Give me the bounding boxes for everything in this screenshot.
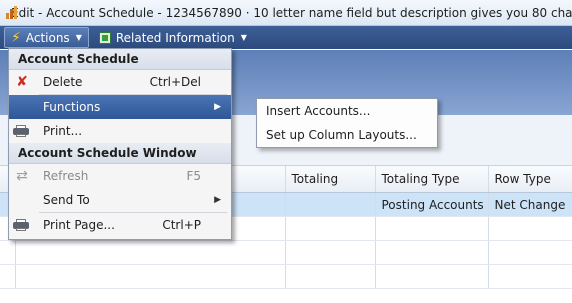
printer-icon <box>13 125 29 137</box>
submenu-item-insert-accounts[interactable]: Insert Accounts... <box>257 99 437 123</box>
grid-cell[interactable] <box>15 264 286 289</box>
grid-cell[interactable] <box>285 240 376 265</box>
menu-item-label: Delete <box>43 75 83 89</box>
table-row[interactable] <box>0 264 572 289</box>
action-bar: ⚡ Actions ▼ Related Information ▼ <box>0 26 572 49</box>
menu-item-label: Functions <box>43 100 101 114</box>
grid-header-totaling[interactable]: Totaling <box>285 166 376 193</box>
printer-icon <box>13 219 29 231</box>
related-information-label: Related Information <box>115 30 235 45</box>
menu-item-print[interactable]: Print... <box>9 119 231 143</box>
grid-cell[interactable] <box>375 264 489 289</box>
menu-item-shortcut: Ctrl+P <box>162 218 201 232</box>
grid-header-row-type[interactable]: Row Type <box>488 166 572 193</box>
functions-submenu: Insert Accounts... Set up Column Layouts… <box>256 98 438 148</box>
table-row[interactable] <box>0 240 572 265</box>
chevron-down-icon: ▼ <box>240 33 247 42</box>
grid-cell[interactable] <box>488 216 572 241</box>
grid-cell[interactable] <box>375 240 489 265</box>
menu-item-print-page[interactable]: Print Page... Ctrl+P <box>9 213 231 237</box>
title-bar: Edit - Account Schedule - 1234567890 · 1… <box>0 0 572 26</box>
menu-item-delete[interactable]: ✘ Delete Ctrl+Del <box>9 70 231 94</box>
grid-cell[interactable] <box>375 216 489 241</box>
related-information-button[interactable]: Related Information ▼ <box>93 28 253 47</box>
actions-label: Actions <box>25 30 70 45</box>
menu-item-shortcut: Ctrl+Del <box>149 75 201 89</box>
menu-item-label: Print... <box>43 124 83 138</box>
refresh-icon: ⇄ <box>16 168 28 184</box>
actions-menu-button[interactable]: ⚡ Actions ▼ <box>4 27 89 48</box>
window-title: Edit - Account Schedule - 1234567890 · 1… <box>11 5 572 20</box>
grid-cell[interactable]: Net Change <box>488 192 572 217</box>
grid-cell[interactable] <box>488 264 572 289</box>
grid-cell[interactable] <box>285 264 376 289</box>
delete-x-icon: ✘ <box>16 74 28 90</box>
grid-cell[interactable] <box>15 240 286 265</box>
lightning-icon: ⚡ <box>11 29 21 46</box>
menu-item-functions[interactable]: Functions ▶ <box>9 95 231 119</box>
grid-header-totaling-type[interactable]: Totaling Type <box>375 166 489 193</box>
grid-cell[interactable] <box>285 216 376 241</box>
menu-item-refresh[interactable]: ⇄ Refresh F5 <box>9 164 231 188</box>
related-info-icon <box>98 31 111 44</box>
grid-cell[interactable] <box>488 240 572 265</box>
menu-item-label: Print Page... <box>43 218 115 232</box>
menu-item-label: Send To <box>43 193 90 207</box>
chevron-down-icon: ▼ <box>75 33 82 42</box>
grid-cell[interactable] <box>285 192 376 217</box>
menu-section-account-schedule-window: Account Schedule Window <box>9 143 231 164</box>
grid-cell[interactable] <box>0 264 16 289</box>
chevron-right-icon: ▶ <box>214 102 221 112</box>
menu-item-shortcut: F5 <box>186 169 201 183</box>
grid-cell[interactable]: Posting Accounts <box>375 192 489 217</box>
chevron-right-icon: ▶ <box>214 195 221 205</box>
menu-item-label: Refresh <box>43 169 89 183</box>
menu-section-account-schedule: Account Schedule <box>9 49 231 70</box>
menu-item-send-to[interactable]: Send To ▶ <box>9 188 231 212</box>
grid-cell[interactable] <box>0 240 16 265</box>
submenu-item-setup-column-layouts[interactable]: Set up Column Layouts... <box>257 123 437 147</box>
actions-dropdown-menu: Account Schedule ✘ Delete Ctrl+Del Funct… <box>8 48 232 240</box>
